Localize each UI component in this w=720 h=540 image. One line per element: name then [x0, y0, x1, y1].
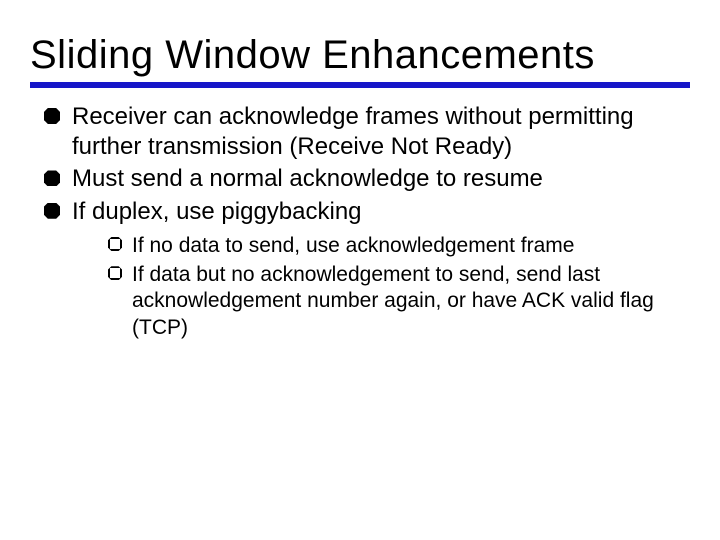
list-item-text: If no data to send, use acknowledgement …: [132, 234, 574, 257]
sub-bullet-list: If no data to send, use acknowledgement …: [72, 233, 682, 341]
title-underline: [30, 82, 690, 88]
slide: Sliding Window Enhancements Receiver can…: [0, 0, 720, 540]
list-item: If data but no acknowledgement to send, …: [108, 262, 682, 341]
list-item: If duplex, use piggybacking If no data t…: [44, 197, 682, 341]
list-item: If no data to send, use acknowledgement …: [108, 233, 682, 259]
list-item: Receiver can acknowledge frames without …: [44, 102, 682, 162]
bullet-list: Receiver can acknowledge frames without …: [30, 102, 690, 341]
list-item: Must send a normal acknowledge to resume: [44, 164, 682, 194]
list-item-text: Must send a normal acknowledge to resume: [72, 165, 543, 192]
list-item-text: If duplex, use piggybacking: [72, 198, 362, 225]
list-item-text: Receiver can acknowledge frames without …: [72, 103, 634, 160]
list-item-text: If data but no acknowledgement to send, …: [132, 263, 654, 339]
slide-title: Sliding Window Enhancements: [30, 34, 690, 76]
